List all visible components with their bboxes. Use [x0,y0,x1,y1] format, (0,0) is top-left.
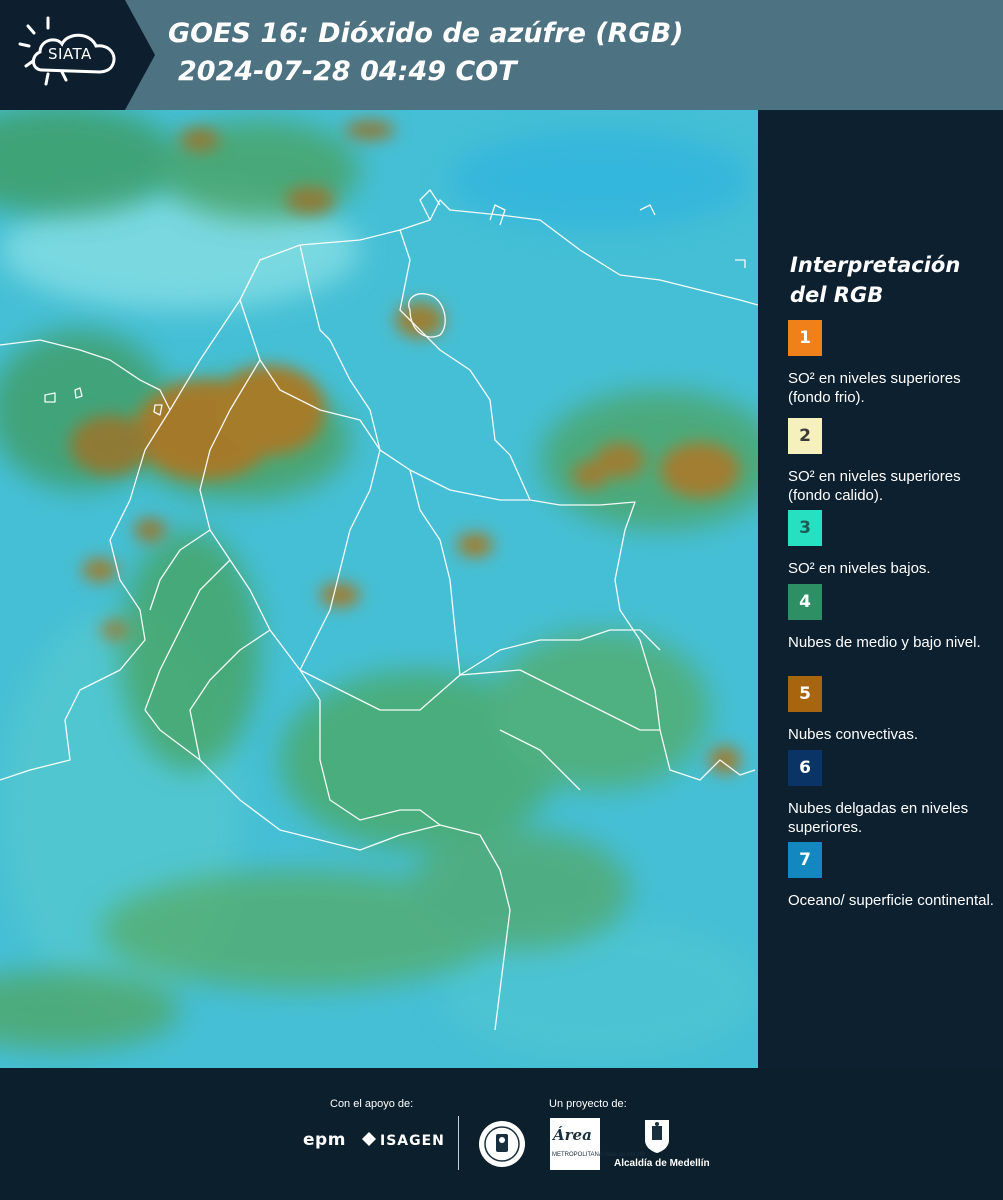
legend-item-5: 5 Nubes convectivas. [788,676,998,744]
timestamp: 2024-07-28 04:49 COT [178,56,517,87]
isagen-icon [362,1132,376,1150]
legend-swatch-2: 2 [788,418,822,454]
legend-item-4: 4 Nubes de medio y bajo nivel. [788,584,998,652]
legend-item-7: 7 Oceano/ superficie continental. [788,842,998,910]
isagen-logo: ISAGEN [362,1132,445,1150]
medellin-seal-icon [478,1120,526,1168]
area-logo-text: Área [553,1126,592,1144]
header-bar: SIATA GOES 16: Dióxido de azúfre (RGB) 2… [0,0,1003,110]
legend-swatch-6: 6 [788,750,822,786]
legend-label-1: SO² en niveles superiores (fondo frio). [788,370,961,406]
support-label: Con el apoyo de: [330,1098,414,1110]
footer-divider [458,1116,459,1170]
alcaldia-logo-text: Alcaldía de Medellín [614,1158,710,1169]
alcaldia-shield-icon [643,1118,671,1154]
legend-item-6: 6 Nubes delgadas en niveles superiores. [788,750,998,837]
legend-item-2: 2 SO² en niveles superiores (fondo calid… [788,418,998,505]
legend-label-2: SO² en niveles superiores (fondo calido)… [788,468,961,504]
legend-item-1: 1 SO² en niveles superiores (fondo frio)… [788,320,998,407]
legend-swatch-3: 3 [788,510,822,546]
legend-swatch-1: 1 [788,320,822,356]
legend-swatch-7: 7 [788,842,822,878]
legend-panel: Interpretación del RGB 1 SO² en niveles … [760,110,1003,1068]
legend-title: Interpretación del RGB [790,253,961,307]
isagen-text: ISAGEN [380,1133,445,1149]
siata-logo: SIATA [0,0,155,110]
siata-logo-text: SIATA [48,45,92,63]
epm-logo: epm [303,1130,346,1150]
legend-label-3: SO² en niveles bajos. [788,560,931,577]
satellite-map [0,110,758,1068]
legend-swatch-5: 5 [788,676,822,712]
legend-item-3: 3 SO² en niveles bajos. [788,510,998,578]
legend-label-7: Oceano/ superficie continental. [788,892,994,909]
page-title: GOES 16: Dióxido de azúfre (RGB) [168,18,684,49]
project-label: Un proyecto de: [549,1098,627,1110]
legend-label-4: Nubes de medio y bajo nivel. [788,634,981,651]
legend-label-6: Nubes delgadas en niveles superiores. [788,800,969,836]
footer: Con el apoyo de: Un proyecto de: epm ISA… [0,1068,1003,1200]
legend-label-5: Nubes convectivas. [788,726,919,743]
legend-swatch-4: 4 [788,584,822,620]
